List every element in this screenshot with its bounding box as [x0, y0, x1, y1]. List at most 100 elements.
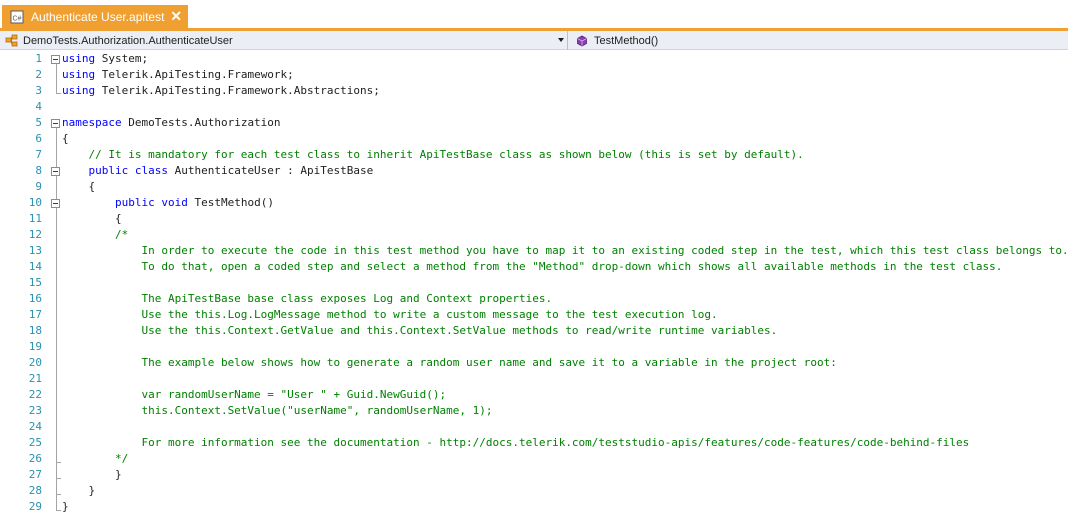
tab-title: Authenticate User.apitest — [31, 9, 165, 24]
close-icon[interactable]: ✕ — [170, 8, 182, 24]
code-token: System; — [95, 52, 149, 65]
code-token: /* — [62, 228, 129, 241]
line-number: 22 — [28, 388, 42, 401]
line-code: } — [62, 467, 122, 483]
code-token: For more information see the documentati… — [62, 436, 970, 449]
chevron-down-icon[interactable] — [558, 38, 564, 42]
line-number: 2 — [35, 68, 42, 81]
code-token: Telerik.ApiTesting.Framework.Abstraction… — [95, 84, 380, 97]
line-code: For more information see the documentati… — [62, 435, 969, 451]
code-token: The example below shows how to generate … — [62, 356, 837, 369]
code-line[interactable]: 28 } — [0, 483, 1068, 499]
code-line[interactable]: 9 { — [0, 179, 1068, 195]
code-line[interactable]: 2 using Telerik.ApiTesting.Framework; — [0, 67, 1068, 83]
line-code: using Telerik.ApiTesting.Framework.Abstr… — [62, 83, 380, 99]
code-token: } — [62, 484, 96, 497]
code-line[interactable]: 3 using Telerik.ApiTesting.Framework.Abst… — [0, 83, 1068, 99]
line-code: } — [62, 499, 69, 515]
line-number: 26 — [28, 452, 42, 465]
code-token: In order to execute the code in this tes… — [62, 244, 1068, 257]
line-number: 11 — [28, 212, 42, 225]
member-selector-dropdown[interactable]: TestMethod() — [570, 31, 1068, 50]
code-line[interactable]: 12 /* — [0, 227, 1068, 243]
line-number: 6 — [35, 132, 42, 145]
code-line[interactable]: 17 Use the this.Log.LogMessage method to… — [0, 307, 1068, 323]
line-code: */ — [62, 451, 128, 467]
code-line[interactable]: 26 */ — [0, 451, 1068, 467]
code-token: namespace — [62, 116, 122, 129]
line-number: 20 — [28, 356, 42, 369]
code-token: The ApiTestBase base class exposes Log a… — [62, 292, 553, 305]
code-token: this.Context.SetValue("userName", random… — [62, 404, 493, 417]
code-line[interactable]: 7 // It is mandatory for each test class… — [0, 147, 1068, 163]
type-selector-label: DemoTests.Authorization.AuthenticateUser — [23, 34, 233, 47]
code-line[interactable]: 23 this.Context.SetValue("userName", ran… — [0, 403, 1068, 419]
line-code: { — [62, 211, 122, 227]
line-code: this.Context.SetValue("userName", random… — [62, 403, 492, 419]
code-token: } — [62, 500, 69, 513]
code-token: using — [62, 84, 96, 97]
line-code: Use the this.Log.LogMessage method to wr… — [62, 307, 717, 323]
line-number: 9 — [35, 180, 42, 193]
line-number: 16 — [28, 292, 42, 305]
code-line[interactable]: 8 public class AuthenticateUser : ApiTes… — [0, 163, 1068, 179]
code-line[interactable]: 15 — [0, 275, 1068, 291]
line-number: 18 — [28, 324, 42, 337]
code-line[interactable]: 11 { — [0, 211, 1068, 227]
line-code: { — [62, 131, 69, 147]
line-code: To do that, open a coded step and select… — [62, 259, 1002, 275]
code-token: using — [62, 52, 96, 65]
document-tab[interactable]: C# Authenticate User.apitest ✕ — [2, 5, 188, 28]
csharp-file-icon: C# — [10, 10, 24, 24]
code-token: using — [62, 68, 96, 81]
code-token: var randomUserName = "User " + Guid.NewG… — [62, 388, 447, 401]
line-number: 3 — [35, 84, 42, 97]
line-number: 12 — [28, 228, 42, 241]
code-line[interactable]: 14 To do that, open a coded step and sel… — [0, 259, 1068, 275]
code-line[interactable]: 24 — [0, 419, 1068, 435]
type-selector-dropdown[interactable]: DemoTests.Authorization.AuthenticateUser — [0, 31, 568, 50]
svg-text:C#: C# — [13, 15, 22, 22]
line-code: The example below shows how to generate … — [62, 355, 837, 371]
code-line[interactable]: 1 using System; — [0, 51, 1068, 67]
code-line[interactable]: 18 Use the this.Context.GetValue and thi… — [0, 323, 1068, 339]
navigation-bar: DemoTests.Authorization.AuthenticateUser… — [0, 31, 1068, 50]
line-number: 1 — [35, 52, 42, 65]
code-line[interactable]: 16 The ApiTestBase base class exposes Lo… — [0, 291, 1068, 307]
code-line[interactable]: 25 For more information see the document… — [0, 435, 1068, 451]
line-code: } — [62, 483, 95, 499]
code-line[interactable]: 6{ — [0, 131, 1068, 147]
code-line[interactable]: 27 } — [0, 467, 1068, 483]
line-number: 14 — [28, 260, 42, 273]
line-number: 24 — [28, 420, 42, 433]
code-editor[interactable]: 1 using System; 2 using Telerik.ApiTesting.… — [0, 51, 1068, 519]
line-number: 15 — [28, 276, 42, 289]
line-code: Use the this.Context.GetValue and this.C… — [62, 323, 777, 339]
line-code: The ApiTestBase base class exposes Log a… — [62, 291, 552, 307]
code-line[interactable]: 20 The example below shows how to genera… — [0, 355, 1068, 371]
line-code: In order to execute the code in this tes… — [62, 243, 1068, 259]
line-code: /* — [62, 227, 128, 243]
line-code: using Telerik.ApiTesting.Framework; — [62, 67, 294, 83]
code-line[interactable]: 19 — [0, 339, 1068, 355]
line-code: public void TestMethod() — [62, 195, 274, 211]
code-token: } — [62, 468, 122, 481]
code-line[interactable]: 21 — [0, 371, 1068, 387]
code-line[interactable]: 22 var randomUserName = "User " + Guid.N… — [0, 387, 1068, 403]
code-line[interactable]: 4 — [0, 99, 1068, 115]
code-token: { — [62, 132, 69, 145]
code-line[interactable]: 13 In order to execute the code in this … — [0, 243, 1068, 259]
code-line[interactable]: 29} — [0, 499, 1068, 515]
line-code: namespace DemoTests.Authorization — [62, 115, 281, 131]
code-token: AuthenticateUser : ApiTestBase — [167, 164, 374, 177]
code-line[interactable]: 10 public void TestMethod() — [0, 195, 1068, 211]
line-code: { — [62, 179, 95, 195]
line-number: 23 — [28, 404, 42, 417]
line-code: // It is mandatory for each test class t… — [62, 147, 803, 163]
line-number: 7 — [35, 148, 42, 161]
line-code: var randomUserName = "User " + Guid.NewG… — [62, 387, 446, 403]
line-number: 8 — [35, 164, 42, 177]
code-line[interactable]: 5 namespace DemoTests.Authorization — [0, 115, 1068, 131]
line-number: 4 — [35, 100, 42, 113]
document-tab-bar: C# Authenticate User.apitest ✕ — [0, 0, 1068, 31]
